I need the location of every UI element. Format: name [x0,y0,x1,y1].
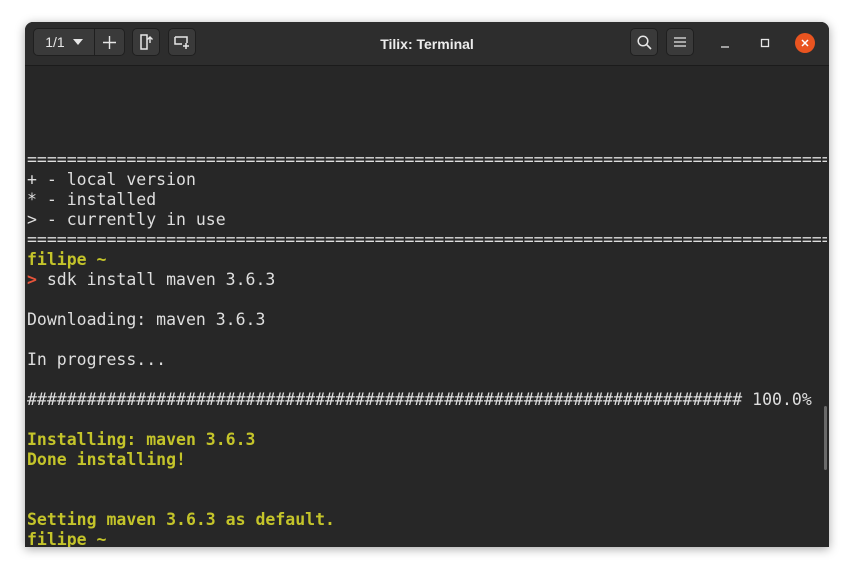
downloading-line: Downloading: maven 3.6.3 [27,310,266,329]
maximize-icon [760,38,770,48]
menu-button[interactable] [666,28,694,56]
prompt-user: filipe ~ [27,250,107,269]
header-bar: 1/1 Tilix: Terminal [25,22,829,66]
session-counter: 1/1 [45,34,65,50]
add-session-button[interactable] [95,29,124,55]
legend-installed: * - installed [27,190,157,209]
search-icon [636,34,652,50]
add-terminal-icon [174,36,189,49]
installing-line: Installing: maven 3.6.3 [27,430,256,449]
minimize-icon [721,46,729,48]
search-button[interactable] [630,28,658,56]
close-button[interactable] [795,33,815,53]
progress-bar-line: ########################################… [27,390,812,409]
tilix-window: 1/1 Tilix: Terminal ====================… [25,22,829,547]
legend-local: + - local version [27,170,196,189]
final-prompt: filipe ~ [27,530,107,547]
add-terminal-button[interactable] [168,28,196,56]
minimize-button[interactable] [715,33,735,53]
done-line: Done installing! [27,450,186,469]
separator-line: ========================================… [27,230,827,249]
chevron-down-icon [72,39,83,45]
plus-icon [102,35,116,49]
split-terminal-icon [140,34,153,50]
in-progress-line: In progress... [27,350,167,369]
scrollbar[interactable] [824,406,827,470]
command-text: sdk install maven 3.6.3 [46,270,276,289]
hamburger-menu-icon [674,37,686,47]
split-terminal-button[interactable] [132,28,160,56]
terminal-area[interactable]: ========================================… [25,66,829,547]
legend-in-use: > - currently in use [27,210,226,229]
maximize-button[interactable] [755,33,775,53]
close-icon [801,39,809,47]
session-dropdown-button[interactable]: 1/1 [34,29,95,55]
separator-line: ========================================… [27,150,827,169]
prompt-arrow: > [27,270,37,289]
command-line: > sdk install maven 3.6.3 [27,270,827,290]
session-switcher[interactable]: 1/1 [33,28,125,56]
default-line: Setting maven 3.6.3 as default. [27,510,335,529]
